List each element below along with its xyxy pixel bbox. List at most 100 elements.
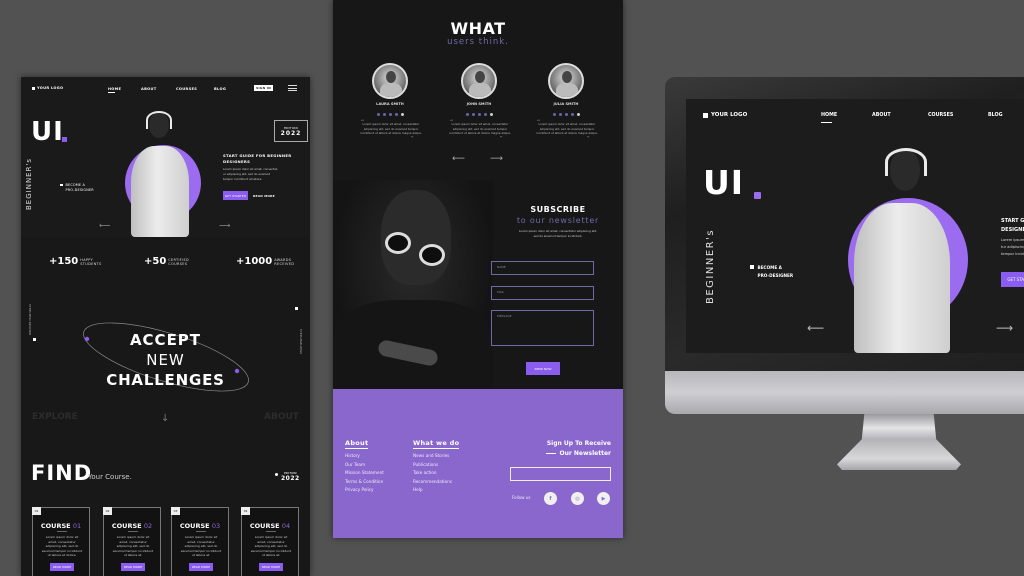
divider — [57, 531, 67, 532]
monitor-get-started-button[interactable]: GET STARTED — [1001, 272, 1024, 287]
portrait-image — [333, 180, 493, 389]
signin-button[interactable]: SIGN IN — [254, 85, 273, 91]
stat-students: +150 HAPPY STUDENTS — [49, 256, 102, 267]
follow-us-label: Follow us — [512, 495, 531, 500]
divider — [128, 531, 138, 532]
subscribe-subtitle: to our newsletter — [516, 216, 600, 225]
prev-testimonial-arrow-icon[interactable]: ⟵ — [452, 154, 465, 164]
facebook-icon[interactable]: f — [544, 492, 557, 505]
hero-heading: START GUIDE FOR BEGINNER DESIGNERS — [223, 153, 292, 164]
scroll-down-icon[interactable]: ↓ — [161, 413, 169, 424]
landing-page-mockup: YOUR LOGO HOME ABOUT COURSES BLOG SIGN I… — [21, 77, 310, 576]
hero-title: UI — [31, 117, 64, 147]
footer-link[interactable]: Our Team — [345, 461, 384, 470]
course-read-more-button[interactable]: READ MORE — [259, 563, 283, 571]
quote-close-icon: ” — [411, 136, 414, 142]
monitor-hero-description: Lorem ipsum dolor sit amet,tur adipiscin… — [1001, 238, 1024, 256]
avatar-julia — [548, 63, 584, 99]
monitor-nav-about[interactable]: ABOUT — [872, 113, 891, 118]
monitor-vertical-text: BEGINNER's — [705, 228, 716, 304]
menu-icon[interactable] — [288, 85, 297, 91]
nav-about[interactable]: ABOUT — [141, 87, 156, 91]
course-description: Lorem ipsum dolor sit amet, consectetur … — [250, 535, 292, 557]
monitor-nav-courses[interactable]: COURSES — [928, 113, 953, 118]
nav-blog[interactable]: BLOG — [214, 87, 226, 91]
footer-link[interactable]: Take action — [413, 469, 452, 478]
course-read-more-button[interactable]: READ MORE — [121, 563, 145, 571]
course-card[interactable]: 04 COURSE 04 Lorem ipsum dolor sit amet,… — [241, 507, 299, 576]
monitor-nav-home[interactable]: HOME — [821, 113, 837, 118]
send-now-button[interactable]: SEND NOW — [526, 362, 560, 375]
monitor-nav-blog[interactable]: BLOG — [988, 113, 1003, 118]
youtube-icon[interactable]: ▶ — [597, 492, 610, 505]
monitor-hero-bullet: BECOME A PRO-DESIGNER — [750, 264, 793, 280]
footer-link[interactable]: Help — [413, 486, 452, 495]
course-title: COURSE 01 — [40, 522, 82, 530]
course-card[interactable]: 02 COURSE 02 Lorem ipsum dolor sit amet,… — [103, 507, 161, 576]
edition-dot — [275, 473, 278, 476]
nav-active-underline — [108, 92, 115, 93]
edition-badge: EDITION 2022 — [274, 120, 308, 142]
course-tag: 03 — [171, 507, 180, 515]
course-tag: 02 — [103, 507, 112, 515]
course-title: COURSE 02 — [111, 522, 153, 530]
logo[interactable]: YOUR LOGO — [32, 86, 63, 90]
hero-section: YOUR LOGO HOME ABOUT COURSES BLOG SIGN I… — [21, 77, 310, 237]
desktop-monitor-mockup: YOUR LOGO HOME ABOUT COURSES BLOG UI BEG… — [665, 77, 1024, 414]
next-arrow-icon[interactable]: ⟶ — [219, 221, 230, 230]
footer-link[interactable]: Mission Statement — [345, 469, 384, 478]
footer-link[interactable]: Privacy Policy — [345, 486, 384, 495]
logo-text: YOUR LOGO — [37, 86, 64, 90]
stat-awards: +1000 AWARDS RECEIVED — [236, 256, 295, 267]
footer-link[interactable]: Recommendations — [413, 478, 452, 487]
course-description: Lorem ipsum dolor sit amet, consectetur … — [180, 535, 222, 557]
course-title: COURSE 03 — [179, 522, 221, 530]
footer-link[interactable]: News and Stories — [413, 452, 452, 461]
footer-about-links: History Our Team Mission Statement Terms… — [345, 452, 384, 495]
testimonials-heading: WHAT — [450, 19, 506, 38]
nav-courses[interactable]: COURSES — [176, 87, 197, 91]
course-tag: 01 — [32, 507, 41, 515]
hero-person-image — [127, 110, 191, 237]
message-textarea[interactable]: MESSAGE — [491, 310, 594, 346]
title-dot — [62, 137, 67, 142]
footer-email-input[interactable] — [510, 467, 611, 481]
hero-description: Lorem ipsum dolor sit amet, consectet-ur… — [223, 167, 278, 181]
nav-home[interactable]: HOME — [108, 87, 121, 91]
course-card[interactable]: 03 COURSE 03 Lorem ipsum dolor sit amet,… — [171, 507, 229, 576]
side-dot-right — [295, 307, 298, 310]
get-started-button[interactable]: GET STARTED — [223, 191, 248, 200]
footer-link[interactable]: History — [345, 452, 384, 461]
mail-input[interactable]: MAIL — [491, 286, 594, 300]
monitor-screen: YOUR LOGO HOME ABOUT COURSES BLOG UI BEG… — [686, 99, 1024, 353]
footer-whatwedo-links: News and Stories Publications Take actio… — [413, 452, 452, 495]
footer-link[interactable]: Publications — [413, 461, 452, 470]
testimonial-quote: Lorem ipsum dolor sit amet, consectetur … — [536, 122, 598, 135]
quote-close-icon: ” — [587, 136, 590, 142]
avatar-john — [461, 63, 497, 99]
hero-bullet: BECOME A PRO-DESIGNER — [60, 183, 94, 193]
monitor-logo[interactable]: YOUR LOGO — [703, 112, 747, 118]
monitor-next-arrow-icon[interactable]: ⟶ — [996, 321, 1013, 335]
rating-dots — [350, 113, 430, 116]
instagram-icon[interactable]: ◎ — [571, 492, 584, 505]
footer: About History Our Team Mission Statement… — [333, 389, 623, 538]
footer-whatwedo-heading: What we do — [413, 439, 460, 447]
divider — [196, 531, 206, 532]
next-testimonial-arrow-icon[interactable]: ⟶ — [490, 154, 503, 164]
testimonial-name: LAURA SMITH — [376, 102, 404, 106]
course-description: Lorem ipsum dolor sit amet, consectetur … — [41, 535, 83, 557]
challenge-line3: CHALLENGES — [106, 371, 225, 389]
testimonial-quote: Lorem ipsum dolor sit amet, consectetur … — [360, 122, 422, 135]
read-more-link[interactable]: READ MORE — [253, 194, 275, 198]
rating-dots — [439, 113, 519, 116]
footer-about-heading: About — [345, 439, 369, 447]
monitor-prev-arrow-icon[interactable]: ⟵ — [807, 321, 824, 335]
course-read-more-button[interactable]: READ MORE — [50, 563, 74, 571]
prev-arrow-icon[interactable]: ⟵ — [99, 221, 110, 230]
course-card[interactable]: 01 COURSE 01 Lorem ipsum dolor sit amet,… — [32, 507, 90, 576]
about-text: ABOUT — [264, 412, 299, 422]
course-read-more-button[interactable]: READ MORE — [189, 563, 213, 571]
name-input[interactable]: NAME — [491, 261, 594, 275]
footer-link[interactable]: Terms & Condition — [345, 478, 384, 487]
